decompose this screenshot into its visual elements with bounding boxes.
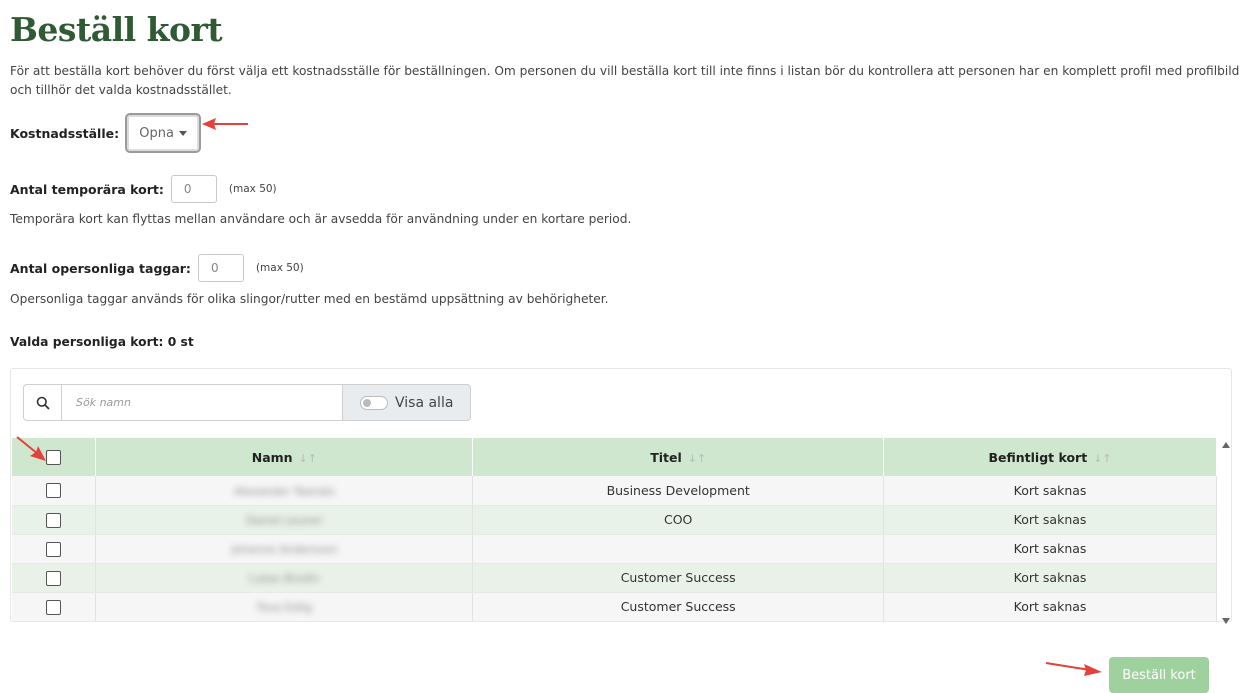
row-card-status: Kort saknas: [883, 476, 1217, 506]
col-title-label: Titel: [650, 449, 682, 465]
scroll-up-icon[interactable]: [1222, 442, 1230, 448]
row-checkbox[interactable]: [46, 483, 62, 499]
toggle-switch-icon[interactable]: [360, 395, 388, 410]
row-card-status: Kort saknas: [883, 505, 1217, 535]
row-name: Lukas Brodin: [95, 563, 474, 593]
row-name: Alexander Taanals: [95, 476, 474, 506]
col-card-label: Befintligt kort: [988, 449, 1088, 465]
tags-help: Opersonliga taggar används för olika sli…: [10, 292, 609, 306]
search-toolbar: Sök namn Visa alla: [23, 384, 471, 421]
row-title: Business Development: [472, 476, 885, 506]
row-card-status: Kort saknas: [883, 592, 1217, 622]
annotation-arrow-icon: [1045, 662, 1102, 676]
row-name: Daniel Leuner: [95, 505, 474, 535]
col-title[interactable]: Titel ↓↑: [472, 438, 885, 476]
col-name-label: Namn: [251, 449, 293, 465]
row-checkbox[interactable]: [46, 570, 62, 586]
table-row[interactable]: Daniel Leuner COO Kort saknas: [12, 505, 1217, 535]
col-card[interactable]: Befintligt kort ↓↑: [883, 438, 1217, 476]
row-name-text: Lukas Brodin: [249, 572, 320, 585]
cost-center-value: Opna: [139, 125, 174, 141]
row-select-cell: [12, 534, 97, 564]
row-name-text: Alexander Taanals: [234, 484, 335, 498]
table-scrollbar[interactable]: [1221, 438, 1231, 628]
caret-down-icon: [178, 130, 187, 136]
select-all-checkbox[interactable]: [46, 450, 62, 465]
people-table: Namn ↓↑ Titel ↓↑ Befintligt kort ↓↑ Alexand…: [12, 438, 1217, 622]
intro-text: För att beställa kort behöver du först v…: [10, 64, 1240, 97]
row-select-cell: [12, 563, 97, 593]
row-select-cell: [12, 592, 97, 622]
row-name-text: Johanne Anderssen: [231, 543, 338, 556]
table-row[interactable]: Johanne Anderssen Kort saknas: [12, 534, 1217, 564]
row-name: Johanne Anderssen: [95, 534, 474, 564]
row-name: Tove Edlig: [95, 592, 474, 622]
temp-cards-label: Antal temporära kort:: [10, 181, 164, 197]
row-title: [472, 534, 885, 564]
row-checkbox[interactable]: [46, 599, 62, 615]
table-row[interactable]: Tove Edlig Customer Success Kort saknas: [12, 592, 1217, 622]
selected-count: Valda personliga kort: 0 st: [10, 335, 194, 349]
search-icon: [23, 384, 61, 421]
table-row[interactable]: Lukas Brodin Customer Success Kort sakna…: [12, 563, 1217, 593]
row-select-cell: [12, 476, 97, 506]
tags-input[interactable]: 0: [197, 254, 244, 282]
page-title: Beställ kort: [10, 10, 223, 49]
row-card-status: Kort saknas: [883, 563, 1217, 593]
annotation-arrow-icon: [202, 118, 248, 130]
row-card-status: Kort saknas: [883, 534, 1217, 564]
scroll-down-icon[interactable]: [1222, 618, 1230, 624]
temp-cards-help: Temporära kort kan flyttas mellan använd…: [10, 212, 632, 226]
row-select-cell: [12, 505, 97, 535]
show-all-label: Visa alla: [395, 394, 454, 411]
annotation-arrow-icon: [16, 436, 46, 461]
cost-center-label: Kostnadsställe:: [10, 125, 120, 141]
sort-icon: ↓↑: [298, 451, 317, 465]
cost-center-dropdown[interactable]: Opna: [125, 113, 202, 153]
people-panel: Sök namn Visa alla Namn ↓↑ Titel ↓↑ Befint…: [10, 368, 1232, 624]
tags-label: Antal opersonliga taggar:: [10, 260, 191, 276]
order-cards-button[interactable]: Beställ kort: [1109, 657, 1209, 693]
temp-cards-max: (max 50): [228, 183, 277, 195]
row-name-text: Daniel Leuner: [246, 514, 323, 527]
tags-row: Antal opersonliga taggar: 0 (max 50): [10, 254, 304, 282]
sort-icon: ↓↑: [1093, 451, 1112, 465]
row-title: COO: [472, 505, 885, 535]
table-header-row: Namn ↓↑ Titel ↓↑ Befintligt kort ↓↑: [12, 438, 1217, 476]
tags-max: (max 50): [255, 262, 304, 274]
show-all-toggle[interactable]: Visa alla: [343, 384, 471, 421]
table-row[interactable]: Alexander Taanals Business Development K…: [12, 476, 1217, 506]
row-title: Customer Success: [472, 592, 885, 622]
sort-icon: ↓↑: [687, 451, 707, 465]
cost-center-row: Kostnadsställe: Opna: [10, 113, 202, 153]
temp-cards-input[interactable]: 0: [170, 175, 217, 203]
col-name[interactable]: Namn ↓↑: [95, 438, 474, 476]
row-name-text: Tove Edlig: [256, 601, 313, 614]
row-title: Customer Success: [472, 563, 885, 593]
temp-cards-row: Antal temporära kort: 0 (max 50): [10, 175, 277, 203]
search-input[interactable]: Sök namn: [61, 384, 343, 421]
row-checkbox[interactable]: [46, 541, 62, 557]
row-checkbox[interactable]: [46, 512, 62, 528]
